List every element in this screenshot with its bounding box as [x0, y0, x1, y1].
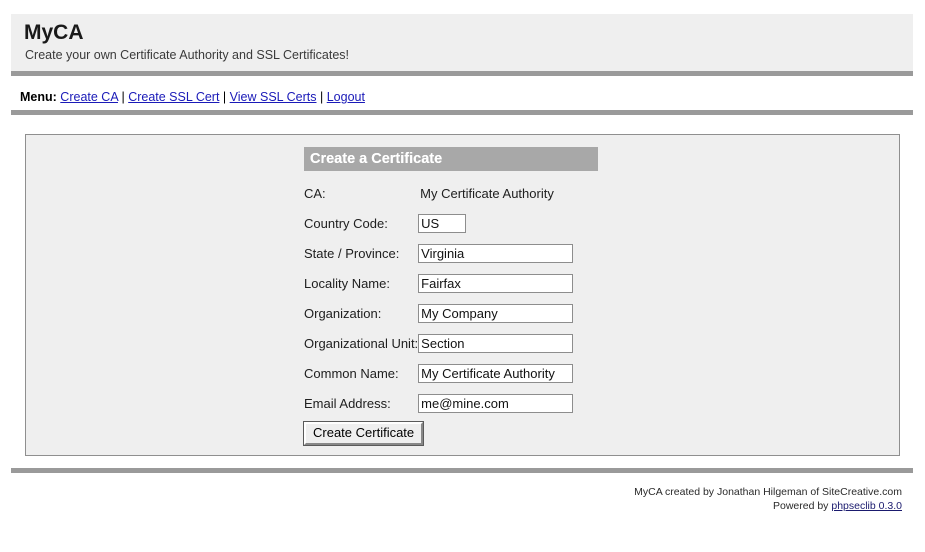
form-actions-row: Create Certificate [302, 418, 573, 448]
form-row-ca: CA: My Certificate Authority [304, 178, 573, 208]
label-locality-name: Locality Name: [304, 275, 390, 291]
value-cell-state-province [418, 238, 574, 268]
footer-divider [11, 468, 913, 473]
form-row-country-code: Country Code: [304, 208, 573, 238]
label-email-address: Email Address: [304, 395, 391, 411]
value-cell-common-name [418, 358, 574, 388]
menu-label: Menu: [20, 90, 57, 104]
phpseclib-link[interactable]: phpseclib 0.3.0 [831, 500, 902, 512]
form-row-organization: Organization: [304, 298, 574, 328]
form-title: Create a Certificate [304, 147, 598, 171]
label-organizational-unit: Organizational Unit: [304, 335, 419, 351]
form-actions-cell: Create Certificate [302, 418, 573, 448]
input-country-code[interactable] [418, 213, 467, 233]
menu-link-create-ca[interactable]: Create CA [60, 90, 118, 104]
form-row-organizational-unit: Organizational Unit: [304, 328, 574, 358]
menu-bar: Menu: Create CA | Create SSL Cert | View… [20, 90, 365, 104]
input-email-address[interactable] [418, 393, 574, 413]
value-cell-locality-name [418, 268, 574, 298]
create-certificate-form: Create a Certificate CA: My Certificate A… [302, 147, 624, 448]
label-organization: Organization: [304, 305, 382, 321]
menu-link-view-ssl-certs[interactable]: View SSL Certs [230, 90, 317, 104]
menu-link-logout[interactable]: Logout [327, 90, 365, 104]
content-panel: Create a Certificate CA: My Certificate A… [25, 134, 900, 456]
static-value-ca: My Certificate Authority [420, 185, 554, 201]
page-header: MyCA Create your own Certificate Authori… [11, 14, 913, 71]
footer-powered-by: Powered by phpseclib 0.3.0 [634, 499, 902, 513]
value-cell-organizational-unit [418, 328, 574, 358]
form-row-locality-name: Locality Name: [304, 268, 574, 298]
value-cell-country-code [418, 208, 573, 238]
value-cell-ca: My Certificate Authority [418, 178, 573, 208]
menu-link-create-ssl-cert[interactable]: Create SSL Cert [128, 90, 219, 104]
label-state-province: State / Province: [304, 245, 400, 261]
menu-separator: | [319, 90, 324, 104]
form-row-common-name: Common Name: [304, 358, 574, 388]
menu-separator: | [222, 90, 227, 104]
footer-credit: MyCA created by Jonathan Hilgeman of Sit… [634, 486, 902, 498]
form-row-email-address: Email Address: [304, 388, 574, 418]
input-common-name[interactable] [418, 363, 574, 383]
input-organization[interactable] [418, 303, 574, 323]
menu-divider [11, 110, 913, 115]
header-divider [11, 71, 913, 76]
form-fields-table: CA: My Certificate Authority Country Code:… [302, 178, 574, 448]
page-footer: MyCA created by Jonathan Hilgeman of Sit… [634, 485, 902, 513]
label-common-name: Common Name: [304, 365, 399, 381]
page-subtitle: Create your own Certificate Authority an… [25, 48, 349, 62]
label-country-code: Country Code: [304, 215, 388, 231]
input-locality-name[interactable] [418, 273, 574, 293]
value-cell-organization [418, 298, 574, 328]
label-ca: CA: [304, 185, 326, 201]
value-cell-email-address [418, 388, 574, 418]
create-certificate-button[interactable]: Create Certificate [302, 420, 425, 446]
form-row-state-province: State / Province: [304, 238, 574, 268]
input-organizational-unit[interactable] [418, 333, 574, 353]
page-title: MyCA [24, 21, 84, 44]
footer-powered-prefix: Powered by [772, 500, 832, 512]
input-state-province[interactable] [418, 243, 574, 263]
menu-separator: | [121, 90, 125, 104]
